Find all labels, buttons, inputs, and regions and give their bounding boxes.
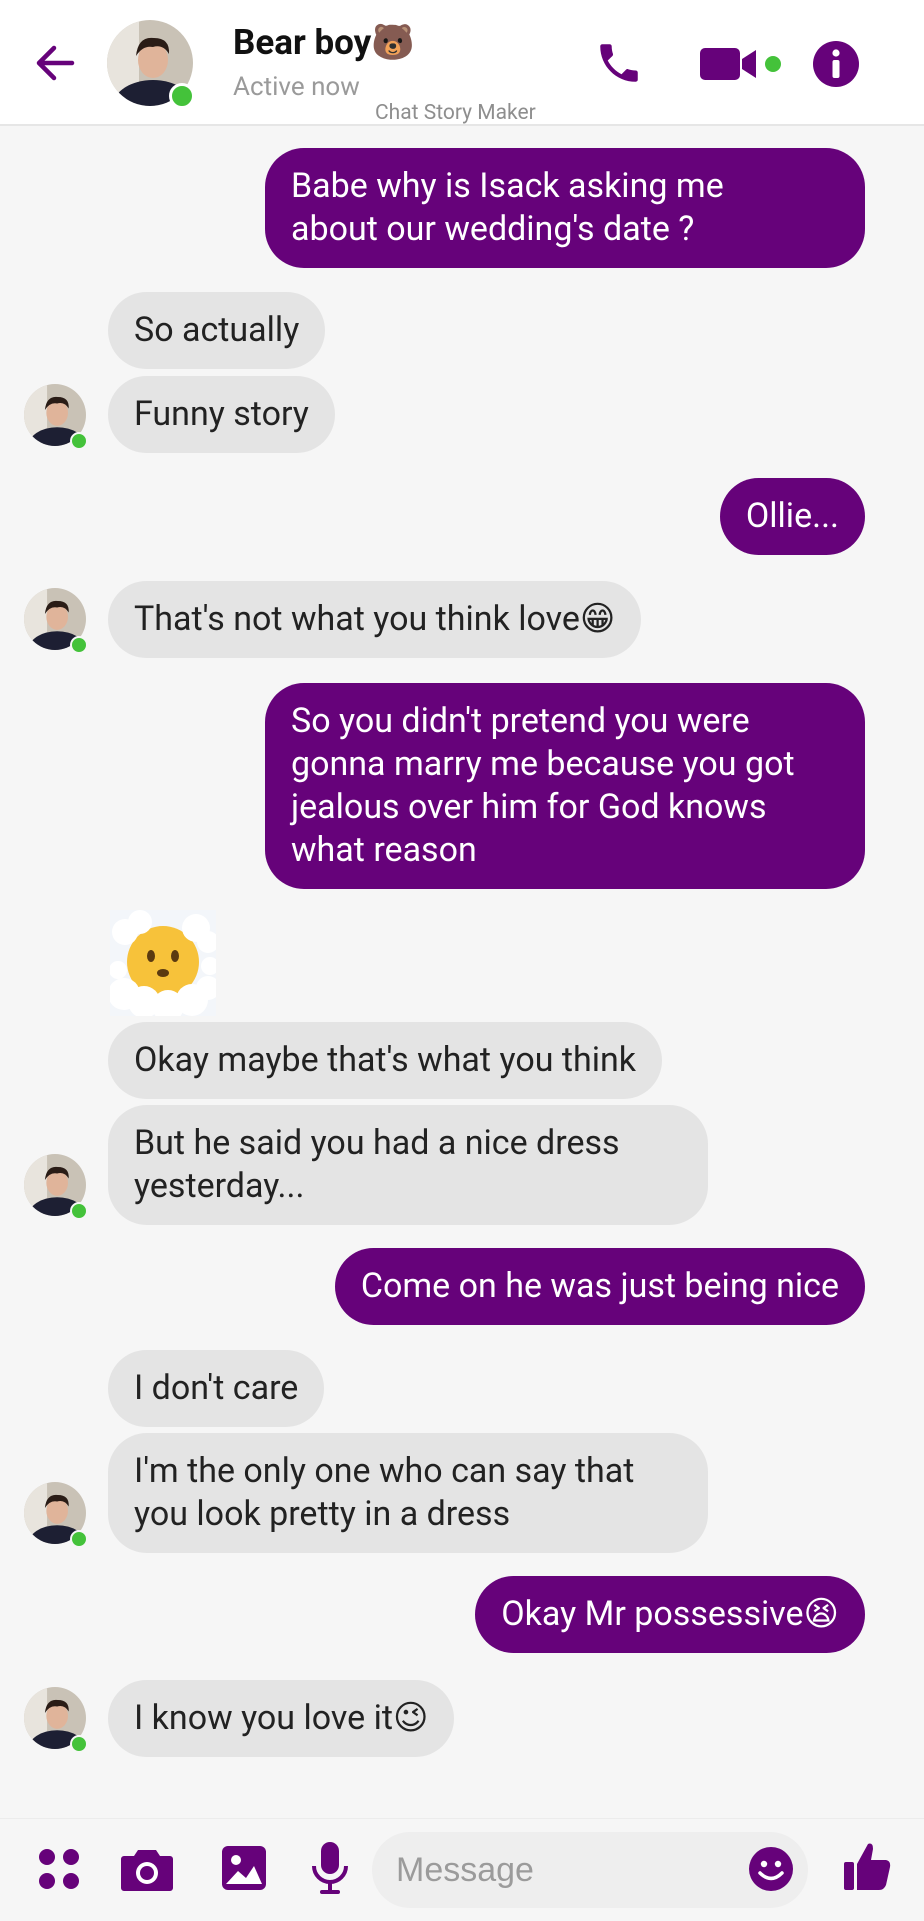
thumbs-up-icon[interactable] <box>842 1840 892 1892</box>
message-text: So actually <box>134 310 300 350</box>
gallery-icon[interactable] <box>220 1844 268 1892</box>
contact-name[interactable]: Bear boy🐻 <box>233 22 415 63</box>
active-status: Active now <box>233 72 360 102</box>
message-text: Okay Mr possessive😫 <box>501 1594 839 1634</box>
video-camera-icon[interactable] <box>698 45 786 83</box>
microphone-icon[interactable] <box>310 1840 350 1896</box>
outgoing-message[interactable]: Come on he was just being nice <box>334 1248 865 1325</box>
back-arrow-icon[interactable] <box>32 40 78 86</box>
online-indicator <box>169 83 195 109</box>
message-text: But he said you had a nice dress yesterd… <box>134 1123 620 1206</box>
message-text: I'm the only one who can say that you lo… <box>134 1451 635 1534</box>
outgoing-message[interactable]: So you didn't pretend you were gonna mar… <box>265 683 865 889</box>
incoming-message[interactable]: That's not what you think love😁 <box>108 581 642 658</box>
emoji-icon[interactable] <box>748 1846 794 1892</box>
outgoing-message[interactable]: Okay Mr possessive😫 <box>475 1576 865 1653</box>
apps-icon[interactable] <box>36 1846 82 1892</box>
info-icon[interactable] <box>812 40 860 88</box>
incoming-message[interactable]: Funny story <box>108 376 335 453</box>
phone-icon[interactable] <box>594 38 644 88</box>
online-indicator <box>70 1735 88 1753</box>
message-text: I don't care <box>134 1368 299 1408</box>
message-input[interactable] <box>372 1832 808 1908</box>
message-text: I know you love it😉 <box>134 1698 429 1738</box>
message-text: Okay maybe that's what you think <box>134 1040 637 1080</box>
online-indicator <box>70 1202 88 1220</box>
outgoing-message[interactable]: Babe why is Isack asking me about our we… <box>265 148 865 268</box>
online-indicator <box>70 1530 88 1548</box>
chat-header: Bear boy🐻 Active now Chat Story Maker <box>0 0 924 126</box>
incoming-message[interactable]: So actually <box>108 292 326 369</box>
face-in-clouds-sticker[interactable] <box>110 910 216 1016</box>
online-indicator <box>70 432 88 450</box>
incoming-message[interactable]: I'm the only one who can say that you lo… <box>108 1433 708 1553</box>
message-text: Babe why is Isack asking me about our we… <box>291 166 724 249</box>
incoming-message[interactable]: But he said you had a nice dress yesterd… <box>108 1105 708 1225</box>
message-text: That's not what you think love😁 <box>134 599 616 639</box>
message-text: Ollie... <box>745 496 839 536</box>
outgoing-message[interactable]: Ollie... <box>719 478 865 555</box>
incoming-message[interactable]: I don't care <box>108 1350 325 1427</box>
camera-icon[interactable] <box>120 1846 174 1892</box>
watermark: Chat Story Maker <box>375 101 536 125</box>
incoming-message[interactable]: Okay maybe that's what you think <box>108 1022 663 1099</box>
online-indicator <box>70 636 88 654</box>
message-text: So you didn't pretend you were gonna mar… <box>291 701 795 870</box>
incoming-message[interactable]: I know you love it😉 <box>108 1680 455 1757</box>
message-text: Funny story <box>134 394 309 434</box>
message-text: Come on he was just being nice <box>360 1266 839 1306</box>
